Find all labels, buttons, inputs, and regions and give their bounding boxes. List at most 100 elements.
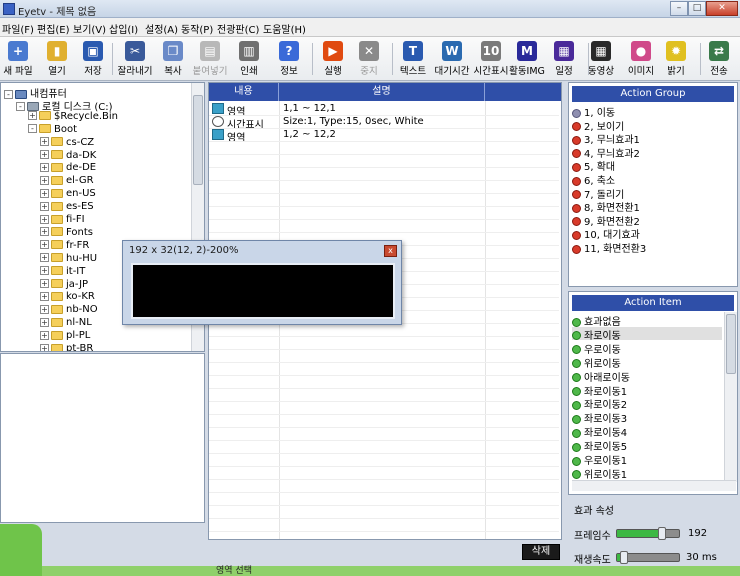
action-item[interactable]: 아래로이동 — [572, 369, 722, 384]
content-row[interactable]: 시간표시 Size:1, Type:15, 0sec, White — [209, 115, 559, 131]
action-item[interactable]: 좌로이동1 — [572, 383, 722, 398]
close-button[interactable]: ✕ — [706, 1, 738, 16]
menu-item-3[interactable]: 삽입(I) — [109, 21, 138, 36]
tree-item[interactable]: + en-US — [40, 188, 96, 201]
action-item[interactable]: 효과없음 — [572, 313, 722, 328]
preview-dialog[interactable]: 192 x 32(12, 2)-200% x — [122, 240, 402, 325]
tree-item[interactable]: + ja-JP — [40, 279, 88, 292]
action-group-item[interactable]: 1, 이동 — [572, 104, 732, 119]
toolbar-time-display-button[interactable]: 10 시간표시 — [472, 39, 510, 79]
tree-item[interactable]: + fr-FR — [40, 240, 89, 253]
column-header-content[interactable]: 내용 — [209, 83, 279, 101]
toolbar-text-button[interactable]: T 텍스트 — [396, 39, 430, 79]
tree-expander-icon[interactable]: + — [40, 201, 49, 211]
menu-item-1[interactable]: 편집(E) — [37, 21, 70, 36]
tree-item[interactable]: - Boot — [28, 124, 77, 137]
tree-expander-icon[interactable]: + — [40, 253, 49, 263]
tree-expander-icon[interactable]: + — [40, 175, 49, 185]
action-group-item[interactable]: 3, 무늬효과1 — [572, 131, 732, 146]
tree-expander-icon[interactable]: + — [28, 111, 37, 121]
preview-dialog-close-button[interactable]: x — [384, 245, 397, 257]
toolbar-paste-button[interactable]: ▤ 붙여넣기 — [192, 39, 228, 79]
action-item[interactable]: 위로이동1 — [572, 466, 722, 481]
tree-item[interactable]: + ko-KR — [40, 291, 95, 304]
playback-speed-thumb[interactable] — [620, 551, 629, 564]
toolbar-image-button[interactable]: ● 이미지 — [624, 39, 658, 79]
action-group-item[interactable]: 2, 보이기 — [572, 118, 732, 133]
tree-item[interactable]: + el-GR — [40, 175, 94, 188]
action-item-scrollbar[interactable] — [724, 312, 737, 482]
tree-item[interactable]: + $Recycle.Bin — [28, 111, 118, 124]
action-item[interactable]: 좌로이동2 — [572, 396, 722, 411]
tree-expander-icon[interactable]: + — [40, 162, 49, 172]
action-item[interactable]: 위로이동 — [572, 355, 722, 370]
menu-item-0[interactable]: 파일(F) — [2, 21, 34, 36]
tree-item[interactable]: + it-IT — [40, 266, 85, 279]
tree-expander-icon[interactable]: - — [4, 89, 13, 99]
action-item[interactable]: 좌로이동3 — [572, 410, 722, 425]
tree-item[interactable]: - 로컬 디스크 (C:) — [16, 98, 113, 113]
tree-expander-icon[interactable]: + — [40, 343, 49, 351]
action-group-item[interactable]: 11, 화면전환3 — [572, 240, 732, 255]
toolbar-transfer-button[interactable]: ⇄ 전송 — [702, 39, 736, 79]
tree-item[interactable]: - 내컴퓨터 — [4, 85, 67, 100]
tree-item[interactable]: + fi-FI — [40, 214, 85, 227]
toolbar-info-button[interactable]: ? 정보 — [272, 39, 306, 79]
action-item[interactable]: 우로이동 — [572, 341, 722, 356]
menu-item-2[interactable]: 보기(V) — [73, 21, 106, 36]
tree-item[interactable]: + hu-HU — [40, 253, 97, 266]
toolbar-brightness-button[interactable]: ✹ 밝기 — [660, 39, 692, 79]
tree-expander-icon[interactable]: + — [40, 330, 49, 340]
action-item[interactable]: 좌로이동 — [572, 326, 722, 342]
toolbar-run-button[interactable]: ▶ 실행 — [316, 39, 350, 79]
tree-expander-icon[interactable]: + — [40, 214, 49, 224]
tree-expander-icon[interactable]: + — [40, 266, 49, 276]
menu-item-5[interactable]: 동작(P) — [181, 21, 213, 36]
toolbar-open-folder-button[interactable]: ▮ 열기 — [40, 39, 74, 79]
tree-expander-icon[interactable]: + — [40, 188, 49, 198]
minimize-button[interactable]: – — [670, 1, 688, 16]
tree-expander-icon[interactable]: + — [40, 240, 49, 250]
action-group-item[interactable]: 9, 화면전환2 — [572, 213, 732, 228]
action-item[interactable]: 우로이동1 — [572, 452, 722, 467]
tree-expander-icon[interactable]: + — [40, 227, 49, 237]
action-group-item[interactable]: 4, 무늬효과2 — [572, 145, 732, 160]
tree-item[interactable]: + nl-NL — [40, 317, 92, 330]
toolbar-print-button[interactable]: ▥ 인쇄 — [232, 39, 266, 79]
action-group-item[interactable]: 6, 축소 — [572, 172, 732, 187]
toolbar-cut-button[interactable]: ✂ 잘라내기 — [116, 39, 154, 79]
tree-expander-icon[interactable]: + — [40, 304, 49, 314]
playback-speed-slider[interactable] — [616, 551, 680, 564]
column-header-description[interactable]: 설명 — [279, 83, 485, 101]
tree-expander-icon[interactable]: + — [40, 291, 49, 301]
tree-item[interactable]: + da-DK — [40, 150, 96, 163]
action-group-item[interactable]: 5, 확대 — [572, 158, 732, 173]
tree-item[interactable]: + pt-BR — [40, 343, 93, 351]
toolbar-copy-button[interactable]: ❐ 복사 — [156, 39, 190, 79]
tree-expander-icon[interactable]: + — [40, 137, 49, 147]
content-row[interactable]: 영역 1,1 ~ 12,1 — [209, 102, 559, 118]
menu-item-6[interactable]: 전광판(C) — [217, 21, 259, 36]
maximize-button[interactable]: □ — [688, 1, 706, 16]
toolbar-video-button[interactable]: ▦ 동영상 — [584, 39, 618, 79]
menu-item-7[interactable]: 도움말(H) — [263, 21, 306, 36]
action-group-item[interactable]: 10, 대기효과 — [572, 226, 732, 241]
toolbar-wait-time-button[interactable]: W 대기시간 — [432, 39, 472, 79]
tree-expander-icon[interactable]: - — [16, 102, 25, 112]
tree-item[interactable]: + de-DE — [40, 162, 96, 175]
action-item-hscrollbar[interactable] — [572, 480, 736, 491]
action-group-item[interactable]: 7, 돌리기 — [572, 186, 732, 201]
toolbar-save-button[interactable]: ▣ 저장 — [76, 39, 110, 79]
action-group-item[interactable]: 8, 화면전환1 — [572, 199, 732, 214]
action-item[interactable]: 좌로이동5 — [572, 438, 722, 453]
toolbar-new-file-button[interactable]: + 새 파일 — [0, 39, 36, 79]
action-item-scroll-thumb[interactable] — [726, 314, 736, 374]
frame-count-thumb[interactable] — [657, 527, 666, 540]
tree-expander-icon[interactable]: + — [40, 317, 49, 327]
tree-expander-icon[interactable]: - — [28, 124, 37, 134]
tree-item[interactable]: + pl-PL — [40, 330, 90, 343]
tree-item[interactable]: + nb-NO — [40, 304, 98, 317]
column-header-blank[interactable] — [485, 83, 561, 101]
content-row[interactable]: 영역 1,2 ~ 12,2 — [209, 128, 559, 144]
frame-count-slider[interactable] — [616, 527, 680, 540]
